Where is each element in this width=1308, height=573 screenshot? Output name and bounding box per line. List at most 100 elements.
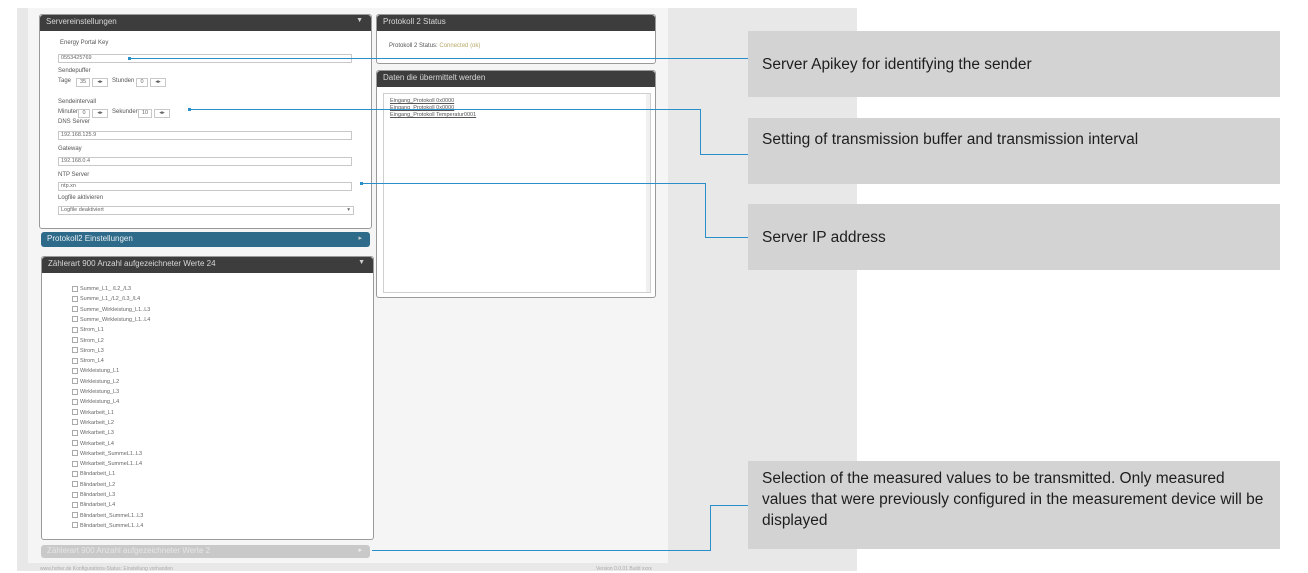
logfile-selected-value: Logfile deaktiviert — [61, 207, 104, 213]
hours-input[interactable]: 0 — [136, 78, 148, 87]
days-stepper[interactable]: ◂▸ — [92, 78, 108, 87]
protocol2-settings-title: Protokoll2 Einstellungen — [47, 234, 133, 243]
status-badge: Connected (ok) — [439, 43, 481, 49]
interval-label: Sendeintervall — [58, 99, 97, 105]
server-settings-header[interactable]: Servereinstellungen ▼ — [40, 15, 371, 31]
measured-value-checkbox[interactable]: Strom_L2 — [72, 337, 104, 345]
leader-line-buffer-h1 — [190, 109, 700, 110]
gateway-input[interactable]: 192.168.0.4 — [58, 157, 352, 166]
measured-value-checkbox[interactable]: Summe_L1_/L2_/L3_/L4 — [72, 295, 140, 303]
days-input[interactable]: 35 — [76, 78, 90, 87]
hours-label: Stunden — [112, 78, 135, 84]
measured-value-checkbox[interactable]: Summe_Wirkleistung_L1..L4 — [72, 316, 150, 324]
callout-measured-text: Selection of the measured values to be t… — [762, 470, 1264, 529]
measured-value-checkbox[interactable]: Blindarbeit_L1 — [72, 470, 115, 478]
dns-label: DNS Server — [58, 119, 91, 125]
transmit-list-item[interactable]: Eingang_Protokoll 0x0000 — [390, 98, 476, 105]
seconds-stepper[interactable]: ◂▸ — [154, 109, 170, 118]
server-settings-title: Servereinstellungen — [46, 17, 117, 26]
leader-line-server-ip-h1 — [362, 183, 705, 184]
seconds-input[interactable]: 10 — [138, 109, 152, 118]
device-values-2-title: Zählerart 900 Anzahl aufgezeichneter Wer… — [47, 546, 211, 555]
protocol2-status-label: Protokoll 2 Status: Connected (ok) — [389, 43, 480, 49]
measured-value-checkbox[interactable]: Wirkarbeit_SummeL1..L3 — [72, 450, 142, 458]
callout-apikey: Server Apikey for identifying the sender — [748, 31, 1280, 97]
measured-value-checkbox[interactable]: Blindarbeit_L3 — [72, 491, 115, 499]
collapse-icon[interactable]: ▼ — [358, 259, 365, 266]
minutes-label: Minuten — [58, 109, 80, 115]
measured-value-checkbox[interactable]: Wirkleistung_L1 — [72, 367, 119, 375]
minutes-input[interactable]: 0 — [78, 109, 90, 118]
measured-value-checkbox[interactable]: Wirkleistung_L3 — [72, 388, 119, 396]
measured-value-checkbox[interactable]: Wirkarbeit_L1 — [72, 409, 114, 417]
protocol2-status-header: Protokoll 2 Status — [377, 15, 655, 31]
expand-icon[interactable]: ▸ — [358, 546, 362, 554]
measured-value-checkbox[interactable]: Strom_L1 — [72, 326, 104, 334]
measured-value-checkbox[interactable]: Summe_L1_ /L2_/L3 — [72, 285, 131, 293]
dropdown-arrow-icon: ▾ — [347, 207, 350, 213]
protocol2-settings-panel: Protokoll2 Einstellungen ▸ — [41, 232, 370, 247]
apikey-label: Energy Portal Key — [60, 40, 109, 46]
logfile-label: Logfile aktivieren — [58, 195, 104, 201]
measured-value-checkbox[interactable]: Wirkarbeit_L4 — [72, 440, 114, 448]
protocol2-status-panel: Protokoll 2 Status Protokoll 2 Status: C… — [376, 14, 656, 64]
device-values-panel-2: Zählerart 900 Anzahl aufgezeichneter Wer… — [41, 545, 370, 558]
measured-value-checkbox[interactable]: Wirkleistung_L2 — [72, 378, 119, 386]
leader-line-server-ip-v — [705, 183, 706, 238]
leader-line-server-ip-h2 — [705, 237, 748, 238]
protocol2-status-title: Protokoll 2 Status — [383, 17, 446, 26]
leader-line-apikey — [130, 58, 748, 59]
protocol2-settings-header[interactable]: Protokoll2 Einstellungen ▸ — [41, 232, 370, 247]
callout-server-ip-text: Server IP address — [762, 229, 886, 246]
measured-value-checkbox[interactable]: Wirkleistung_L4 — [72, 398, 119, 406]
hours-stepper[interactable]: ◂▸ — [150, 78, 166, 87]
leader-line-measured-v — [710, 505, 711, 551]
dns-input[interactable]: 192.168.125.9 — [58, 131, 352, 140]
device-values-header[interactable]: Zählerart 900 Anzahl aufgezeichneter Wer… — [42, 257, 373, 273]
measured-value-checkbox[interactable]: Blindarbeit_SummeL1..L3 — [72, 512, 143, 520]
days-label: Tage — [58, 78, 72, 84]
footer-status: www.hoher.de Konfigurations-Status: Eins… — [40, 566, 173, 572]
logfile-select[interactable]: Logfile deaktiviert ▾ — [58, 206, 354, 215]
transmit-data-panel: Daten die übermittelt werden Eingang_Pro… — [376, 70, 656, 298]
transmit-list-box[interactable]: Eingang_Protokoll 0x0000 Eingang_Protokol… — [383, 93, 651, 293]
leader-line-buffer-h2 — [700, 154, 748, 155]
footer-version: Version 0.0.01 Build xxxx — [596, 566, 652, 572]
device-values-2-header[interactable]: Zählerart 900 Anzahl aufgezeichneter Wer… — [41, 545, 370, 558]
ntp-label: NTP Server — [58, 172, 90, 178]
minutes-stepper[interactable]: ◂▸ — [92, 109, 108, 118]
callout-buffer-text: Setting of transmission buffer and trans… — [762, 131, 1139, 148]
measured-value-checkbox[interactable]: Wirkarbeit_L2 — [72, 419, 114, 427]
server-settings-panel: Servereinstellungen ▼ Energy Portal Key … — [39, 14, 372, 229]
screenshot-frame: Servereinstellungen ▼ Energy Portal Key … — [0, 0, 1308, 573]
measured-value-checkbox[interactable]: Wirkarbeit_SummeL1..L4 — [72, 460, 142, 468]
measured-value-checkbox[interactable]: Strom_L3 — [72, 347, 104, 355]
transmit-list-item[interactable]: Eingang_Protokoll Temperatur0001 — [390, 112, 476, 119]
collapse-icon[interactable]: ▼ — [356, 17, 363, 24]
measured-value-checkbox[interactable]: Blindarbeit_L2 — [72, 481, 115, 489]
leader-line-buffer-v — [700, 109, 701, 154]
measured-value-checkbox[interactable]: Strom_L4 — [72, 357, 104, 365]
callout-apikey-text: Server Apikey for identifying the sender — [762, 56, 1032, 73]
status-label-text: Protokoll 2 Status: — [389, 43, 438, 49]
callout-buffer: Setting of transmission buffer and trans… — [748, 118, 1280, 184]
measured-value-checkbox[interactable]: Wirkarbeit_L3 — [72, 429, 114, 437]
transmit-data-header: Daten die übermittelt werden — [377, 71, 655, 87]
transmit-data-title: Daten die übermittelt werden — [383, 73, 486, 82]
device-values-panel: Zählerart 900 Anzahl aufgezeichneter Wer… — [41, 256, 374, 540]
measured-value-checkbox[interactable]: Summe_Wirkleistung_L1..L3 — [72, 306, 150, 314]
seconds-label: Sekunden — [112, 109, 140, 115]
gateway-label: Gateway — [58, 146, 82, 152]
measured-value-checkbox[interactable]: Blindarbeit_L4 — [72, 501, 115, 509]
ntp-input[interactable]: ntp.xn — [58, 182, 352, 191]
callout-server-ip: Server IP address — [748, 204, 1280, 270]
measured-values-list: Summe_L1_ /L2_/L3 Summe_L1_/L2_/L3_/L4 Sum… — [72, 285, 352, 535]
callout-measured: Selection of the measured values to be t… — [748, 461, 1280, 549]
expand-icon[interactable]: ▸ — [358, 234, 362, 242]
device-values-title: Zählerart 900 Anzahl aufgezeichneter Wer… — [48, 259, 216, 268]
leader-line-measured-h1 — [372, 550, 710, 551]
scrollbar[interactable] — [646, 94, 650, 292]
buffer-label: Sendepuffer — [58, 68, 91, 74]
leader-line-measured-h2 — [710, 505, 748, 506]
measured-value-checkbox[interactable]: Blindarbeit_SummeL1..L4 — [72, 522, 143, 530]
